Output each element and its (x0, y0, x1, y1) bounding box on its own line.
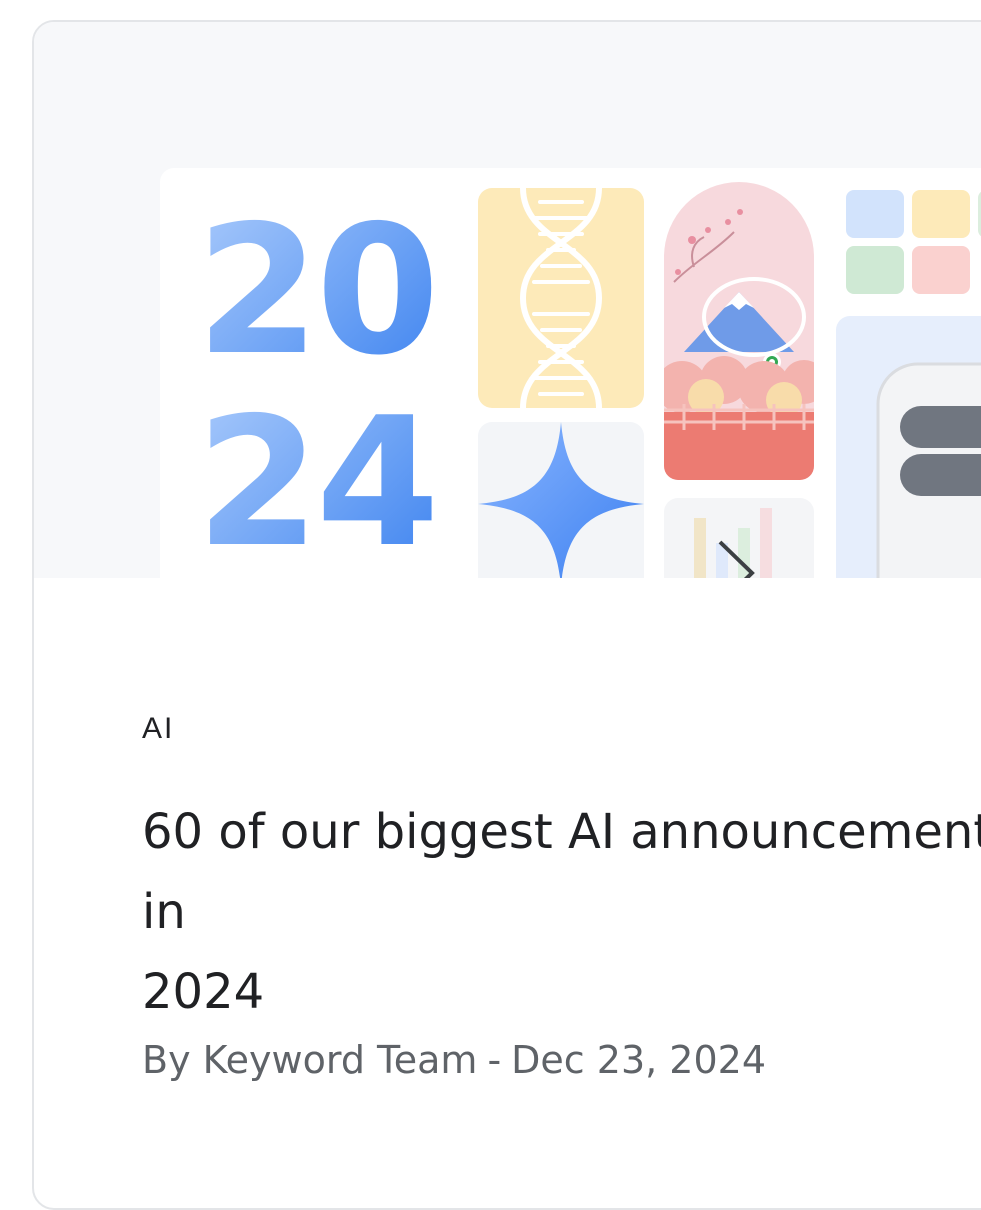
byline: By Keyword Team - Dec 23, 2024 (142, 1038, 766, 1082)
dna-tile (478, 188, 644, 408)
color-square-red (912, 246, 970, 294)
year-digits-top: 20 (196, 187, 440, 394)
year-digits-bottom: 24 (196, 379, 440, 578)
phone-tile (836, 316, 981, 578)
gemini-sparkle-icon (478, 422, 644, 578)
color-square-blue (846, 190, 904, 238)
category-label: AI (142, 712, 175, 745)
publish-date: Dec 23, 2024 (511, 1038, 767, 1082)
dna-icon (519, 188, 603, 408)
article-title[interactable]: 60 of our biggest AI announcements in 20… (142, 792, 981, 1032)
hero-collage: 20 24 (160, 168, 981, 578)
chevron-right-icon[interactable] (714, 538, 758, 578)
color-square-green (846, 246, 904, 294)
article-card[interactable]: 20 24 AI 60 of our biggest AI announceme… (32, 20, 981, 1210)
byline-separator: - (487, 1038, 502, 1082)
gemini-tile (478, 422, 644, 578)
hero-image[interactable]: 20 24 (34, 22, 981, 578)
byline-author: By Keyword Team (142, 1038, 478, 1082)
fuji-illustration (664, 209, 814, 480)
phone-illustration (876, 362, 981, 578)
fuji-tile (664, 182, 814, 480)
color-square-yellow (912, 190, 970, 238)
card-text: AI 60 of our biggest AI announcements in… (142, 712, 981, 1082)
